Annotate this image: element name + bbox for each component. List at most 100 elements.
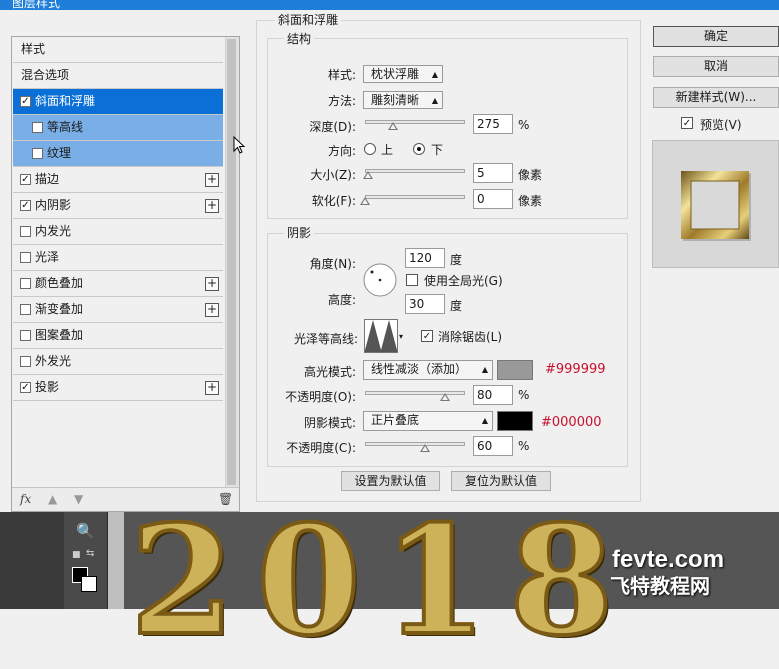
style-list-item[interactable]: 混合选项 (13, 63, 223, 89)
style-checkbox[interactable] (32, 148, 43, 159)
add-effect-icon[interactable]: + (205, 199, 219, 213)
style-list-item-label: 内发光 (35, 224, 72, 238)
gloss-contour-label: 光泽等高线: (293, 332, 358, 346)
style-checkbox[interactable]: ✓ (20, 382, 31, 393)
antialias-checkbox[interactable]: ✓ (421, 330, 433, 342)
highlight-opacity-input[interactable]: 80 (473, 385, 513, 405)
style-checkbox[interactable] (20, 226, 31, 237)
watermark-line2: 飞特教程网 (610, 574, 710, 598)
background-color-swatch[interactable] (81, 576, 97, 592)
style-list-item-label: 描边 (35, 172, 60, 186)
size-slider-knob[interactable] (363, 171, 373, 179)
shadow-opacity-label: 不透明度(C): (286, 441, 356, 455)
style-list-item[interactable]: ✓ 内阴影 + (13, 193, 223, 219)
style-preview (652, 140, 779, 268)
direction-up-radio[interactable] (364, 143, 376, 155)
size-input[interactable]: 5 (473, 163, 513, 183)
updown-icon: ▲ (431, 96, 438, 105)
style-list-item-label: 混合选项 (21, 68, 70, 82)
style-list-item[interactable]: 样式 (13, 37, 223, 63)
style-list-item-label: 等高线 (47, 120, 84, 134)
highlight-color-swatch[interactable] (497, 360, 533, 380)
reset-default-button[interactable]: 复位为默认值 (451, 471, 551, 491)
style-list-item-label: 渐变叠加 (35, 302, 84, 316)
style-list-item[interactable]: 渐变叠加 + (13, 297, 223, 323)
shadow-mode-value: 正片叠底 (371, 413, 420, 427)
default-colors-icon[interactable]: ■ (72, 550, 81, 560)
vertical-ruler (108, 512, 124, 609)
bevel-style-select[interactable]: 枕状浮雕 ▲ (363, 65, 443, 83)
highlight-mode-select[interactable]: 线性减淡（添加） ▲ (363, 360, 493, 380)
style-list-item[interactable]: 等高线 (13, 115, 223, 141)
structure-title: 结构 (284, 30, 315, 47)
style-list-scroll-thumb[interactable] (227, 39, 236, 485)
depth-input[interactable]: 275 (473, 114, 513, 134)
updown-icon: ▲ (481, 416, 488, 425)
add-effect-icon[interactable]: + (205, 303, 219, 317)
style-list-item-label: 颜色叠加 (35, 276, 84, 290)
highlight-opacity-slider[interactable] (365, 391, 465, 395)
preview-label: 预览(V) (700, 118, 742, 132)
style-list-item[interactable]: ✓ 斜面和浮雕 (13, 89, 223, 115)
new-style-button[interactable]: 新建样式(W)... (653, 87, 779, 108)
swap-colors-icon[interactable]: ⇆ (86, 548, 94, 559)
soften-slider[interactable] (365, 195, 465, 199)
style-list-item-label: 图案叠加 (35, 328, 84, 342)
style-checkbox[interactable]: ✓ (20, 200, 31, 211)
style-checkbox[interactable] (20, 304, 31, 315)
style-list-item-label: 内阴影 (35, 198, 72, 212)
fx-menu-button[interactable]: fx (20, 492, 31, 506)
zoom-tool-icon[interactable]: 🔍 (76, 522, 95, 540)
shadow-mode-select[interactable]: 正片叠底 ▲ (363, 411, 493, 431)
style-checkbox[interactable]: ✓ (20, 174, 31, 185)
style-list-item[interactable]: 外发光 (13, 349, 223, 375)
style-list-item[interactable]: 颜色叠加 + (13, 271, 223, 297)
dialog-title-bar[interactable]: 图层样式 (0, 0, 779, 10)
style-list-item[interactable]: ✓ 投影 + (13, 375, 223, 401)
style-checkbox[interactable] (20, 356, 31, 367)
style-list-item-label: 纹理 (47, 146, 72, 160)
angle-unit: 度 (450, 253, 463, 267)
style-list-item[interactable]: 图案叠加 (13, 323, 223, 349)
technique-select[interactable]: 雕刻清晰 ▲ (363, 91, 443, 109)
size-slider[interactable] (365, 169, 465, 173)
style-list-item[interactable]: 内发光 (13, 219, 223, 245)
add-effect-icon[interactable]: + (205, 173, 219, 187)
soften-input[interactable]: 0 (473, 189, 513, 209)
highlight-opacity-label: 不透明度(O): (285, 390, 356, 404)
soften-slider-knob[interactable] (360, 197, 370, 205)
style-list-item[interactable]: 纹理 (13, 141, 223, 167)
depth-slider[interactable] (365, 120, 465, 124)
angle-dial[interactable] (362, 262, 398, 298)
depth-slider-knob[interactable] (388, 122, 398, 130)
style-checkbox[interactable] (20, 330, 31, 341)
updown-icon: ▲ (431, 70, 438, 79)
add-effect-icon[interactable]: + (205, 277, 219, 291)
style-list-item[interactable]: 光泽 (13, 245, 223, 271)
contour-dropdown-icon[interactable]: ▾ (399, 332, 403, 341)
gloss-contour-thumbnail[interactable] (364, 319, 398, 353)
move-down-icon[interactable]: ▼ (74, 492, 83, 506)
cancel-button[interactable]: 取消 (653, 56, 779, 77)
move-up-icon[interactable]: ▲ (48, 492, 57, 506)
style-list-item[interactable]: ✓ 描边 + (13, 167, 223, 193)
preview-checkbox[interactable]: ✓ (681, 117, 693, 129)
photoshop-canvas-area: 🔍 ■ ⇆ 2018 fevte.com 飞特教程网 (0, 504, 779, 658)
shadow-color-swatch[interactable] (497, 411, 533, 431)
global-light-checkbox[interactable] (406, 274, 418, 286)
shadow-opacity-slider[interactable] (365, 442, 465, 446)
shadow-opacity-knob[interactable] (420, 444, 430, 452)
add-effect-icon[interactable]: + (205, 381, 219, 395)
altitude-input[interactable]: 30 (405, 294, 445, 314)
shadow-opacity-input[interactable]: 60 (473, 436, 513, 456)
direction-down-radio[interactable] (413, 143, 425, 155)
highlight-opacity-knob[interactable] (440, 393, 450, 401)
ok-button[interactable]: 确定 (653, 26, 779, 47)
set-default-button[interactable]: 设置为默认值 (341, 471, 440, 491)
angle-input[interactable]: 120 (405, 248, 445, 268)
style-checkbox[interactable] (20, 278, 31, 289)
style-checkbox[interactable]: ✓ (20, 96, 31, 107)
style-checkbox[interactable] (20, 252, 31, 263)
style-checkbox[interactable] (32, 122, 43, 133)
tools-panel: 🔍 ■ ⇆ (64, 512, 108, 609)
